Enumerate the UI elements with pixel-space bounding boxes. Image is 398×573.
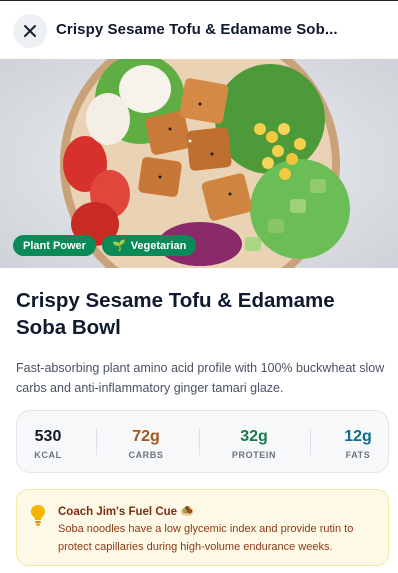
macro-label: FATS xyxy=(345,450,371,460)
macro-value: 72g xyxy=(132,428,160,445)
coach-tip-title: Coach Jim's Fuel Cue 🧆 xyxy=(58,506,195,518)
coach-tip-card: Coach Jim's Fuel Cue 🧆 Soba noodles have… xyxy=(16,489,389,566)
divider xyxy=(310,429,311,455)
macro-label: KCAL xyxy=(34,450,62,460)
macro-label: PROTEIN xyxy=(231,450,277,460)
macros-card: 530 KCAL 72g CARBS 32g PROTEIN 12g FATS xyxy=(16,410,389,473)
macro-value: 530 xyxy=(34,428,62,445)
divider xyxy=(199,429,200,455)
coach-tip-text: Soba noodles have a low glycemic index a… xyxy=(58,523,354,553)
tag-plant-power: Plant Power xyxy=(13,235,96,256)
tag-label: Vegetarian xyxy=(130,239,187,252)
macro-carbs: 72g CARBS xyxy=(121,411,171,472)
divider xyxy=(96,429,97,455)
close-button[interactable] xyxy=(13,14,47,48)
macro-label: CARBS xyxy=(128,450,164,460)
close-icon xyxy=(24,25,36,37)
macro-protein: 32g PROTEIN xyxy=(226,411,282,472)
top-bar: Crispy Sesame Tofu & Edamame Sob... xyxy=(0,0,398,59)
tag-label: Plant Power xyxy=(23,239,86,252)
macro-kcal: 530 KCAL xyxy=(25,411,71,472)
lightbulb-icon xyxy=(31,505,45,526)
tag-vegetarian: 🌱 Vegetarian xyxy=(102,235,197,256)
macro-value: 32g xyxy=(240,428,268,445)
macro-value: 12g xyxy=(344,428,372,445)
recipe-description: Fast-absorbing plant amino acid profile … xyxy=(16,361,385,395)
page-title: Crispy Sesame Tofu & Edamame Sob... xyxy=(56,21,338,38)
recipe-title: Crispy Sesame Tofu & Edamame Soba Bowl xyxy=(16,289,335,339)
macro-fats: 12g FATS xyxy=(333,411,383,472)
sprout-icon: 🌱 xyxy=(112,240,126,252)
